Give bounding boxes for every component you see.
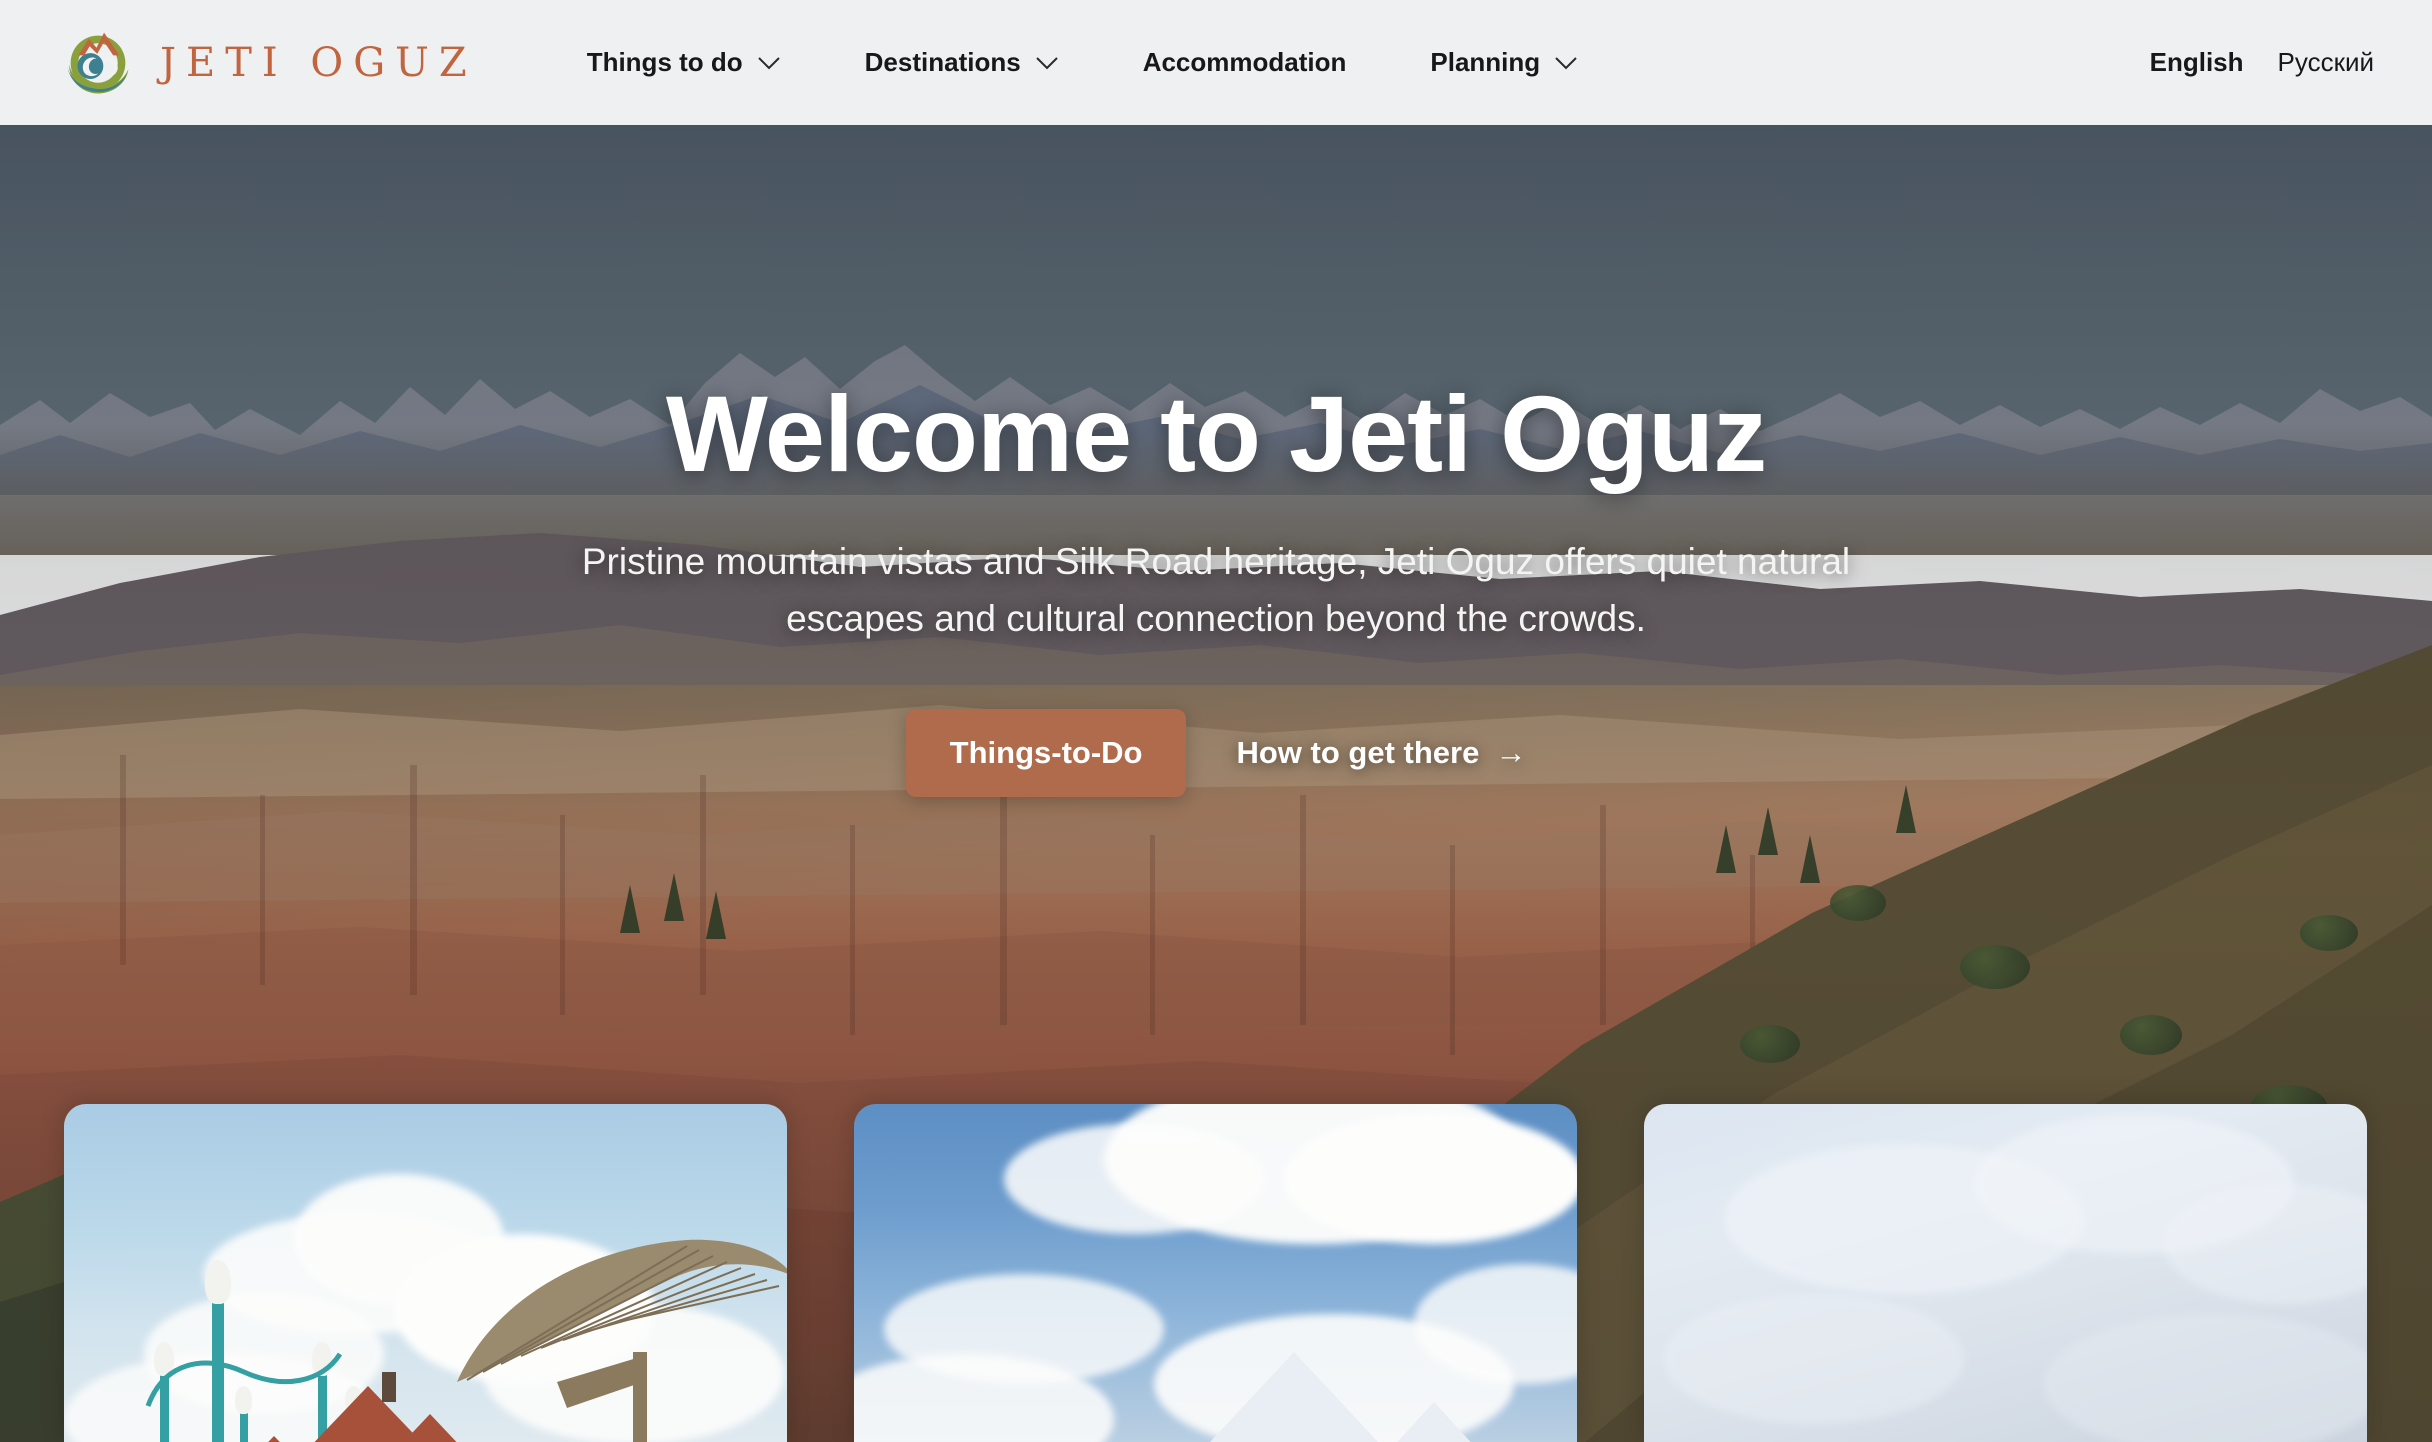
main-navigation: Things to do Destinations Accommodation … bbox=[587, 47, 1578, 78]
featured-card-3[interactable] bbox=[1644, 1104, 2367, 1442]
thatched-parasol bbox=[457, 1239, 787, 1442]
jeti-oguz-circle-logo-icon bbox=[67, 32, 129, 94]
site-header: JETI OGUZ Things to do Destinations Acco… bbox=[0, 0, 2432, 125]
how-to-get-there-label: How to get there bbox=[1236, 734, 1480, 770]
arrow-right-icon: → bbox=[1495, 734, 1527, 770]
card-image bbox=[1644, 1104, 2367, 1442]
nav-label: Things to do bbox=[586, 47, 743, 77]
card-image bbox=[854, 1104, 1577, 1442]
chevron-down-icon bbox=[1555, 56, 1577, 69]
chevron-down-icon bbox=[1035, 56, 1058, 69]
chevron-down-icon bbox=[757, 56, 780, 69]
nav-label: Accommodation bbox=[1142, 47, 1347, 77]
things-to-do-button[interactable]: Things-to-Do bbox=[905, 708, 1187, 797]
nav-label: Planning bbox=[1430, 47, 1541, 77]
nav-item-things-to-do[interactable]: Things to do bbox=[587, 47, 781, 78]
language-option-english[interactable]: English bbox=[2150, 47, 2244, 78]
nav-item-accommodation[interactable]: Accommodation bbox=[1143, 47, 1347, 78]
language-switcher: English Русский bbox=[2150, 0, 2374, 125]
logo[interactable]: JETI OGUZ bbox=[60, 0, 477, 125]
featured-cards bbox=[64, 1104, 2368, 1442]
featured-card-1[interactable] bbox=[64, 1104, 787, 1442]
how-to-get-there-link[interactable]: How to get there → bbox=[1236, 735, 1526, 771]
featured-card-2[interactable] bbox=[854, 1104, 1577, 1442]
nav-item-destinations[interactable]: Destinations bbox=[865, 47, 1059, 78]
nav-label: Destinations bbox=[864, 47, 1021, 77]
hero-cta-row: Things-to-Do How to get there → bbox=[905, 708, 1526, 797]
language-option-russian[interactable]: Русский bbox=[2278, 47, 2374, 78]
card-image bbox=[64, 1104, 787, 1442]
logo-wordmark: JETI OGUZ bbox=[160, 39, 477, 86]
nav-item-planning[interactable]: Planning bbox=[1430, 47, 1578, 78]
